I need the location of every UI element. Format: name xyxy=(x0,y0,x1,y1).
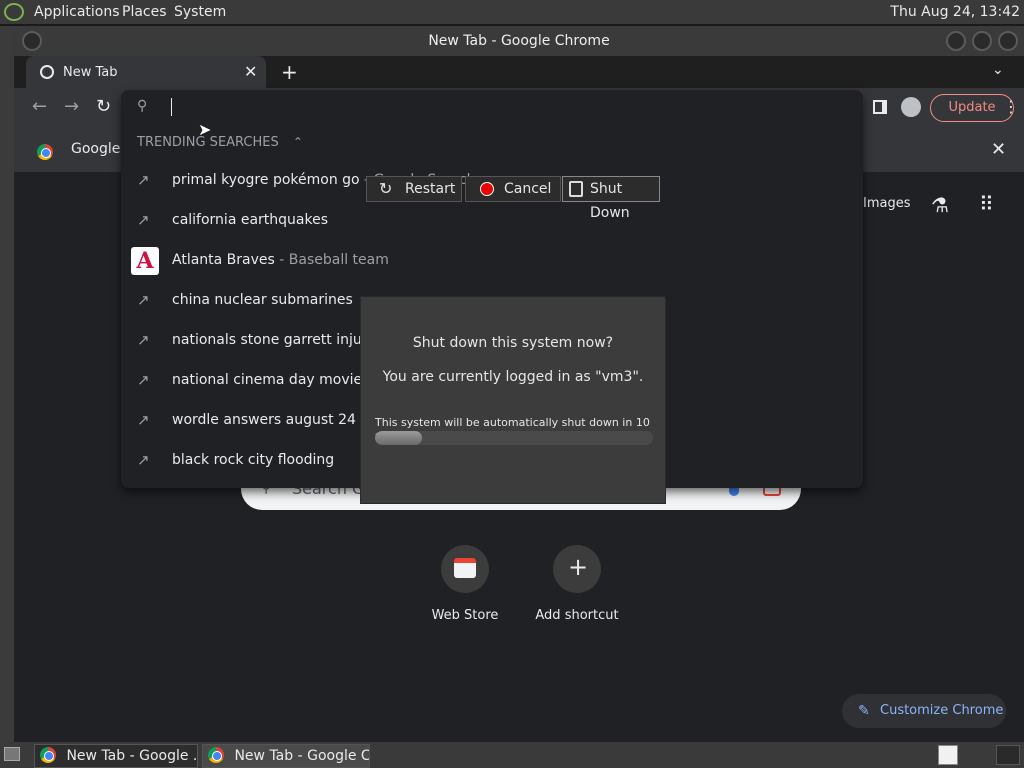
web-store-label: Web Store xyxy=(431,608,499,623)
suggestion-text: california earthquakes xyxy=(172,212,329,228)
suggestion-row[interactable]: A Atlanta Braves - Baseball team xyxy=(121,241,863,281)
taskbar-item-label: New Tab - Google ... xyxy=(66,748,198,764)
suggestion-text: black rock city flooding xyxy=(172,452,335,468)
countdown-progress-fill xyxy=(375,431,423,445)
omnibox-input[interactable]: ⚲ xyxy=(121,90,863,126)
system-menu[interactable]: System xyxy=(174,4,226,20)
clock[interactable]: Thu Aug 24, 13:42 xyxy=(890,4,1020,20)
taskbar-item-label: New Tab - Google C... xyxy=(234,748,370,764)
places-menu[interactable]: Places xyxy=(122,4,167,20)
braves-logo-icon: A xyxy=(131,247,159,275)
chrome-favicon-icon xyxy=(40,65,54,79)
tab-title: New Tab xyxy=(63,65,118,80)
pencil-icon: ✎ xyxy=(858,703,870,719)
chrome-icon xyxy=(208,747,224,763)
trending-icon: ↗ xyxy=(137,331,150,349)
web-store-icon xyxy=(454,558,476,578)
suggestion-text: china nuclear submarines xyxy=(172,292,353,308)
show-desktop-icon[interactable] xyxy=(4,747,20,761)
plus-icon: + xyxy=(568,553,589,581)
add-shortcut-button[interactable]: + xyxy=(553,545,601,593)
restart-button[interactable]: ↻ Restart xyxy=(366,176,462,202)
trending-header[interactable]: TRENDING SEARCHES ⌃ xyxy=(137,135,303,150)
mouse-pointer-icon: ➤ xyxy=(198,120,212,139)
forward-icon[interactable]: → xyxy=(64,96,79,117)
trending-icon: ↗ xyxy=(137,211,150,229)
chrome-icon xyxy=(40,747,56,763)
distro-logo-icon[interactable] xyxy=(4,3,24,21)
shutdown-label: Shut Down xyxy=(590,181,630,221)
new-tab-button[interactable]: + xyxy=(281,60,298,84)
workspace-switcher-icon[interactable] xyxy=(938,745,958,765)
labs-flask-icon[interactable]: ⚗ xyxy=(931,193,949,217)
minimize-button[interactable] xyxy=(946,31,966,51)
omnibox-search-icon: ⚲ xyxy=(137,98,148,114)
collapse-chevron-icon[interactable]: ⌃ xyxy=(293,135,303,149)
back-icon[interactable]: ← xyxy=(32,96,47,117)
countdown-progress-bar xyxy=(375,431,653,445)
tab-new-tab[interactable]: New Tab ✕ xyxy=(26,56,266,88)
chrome-menu-icon[interactable]: ⋮ xyxy=(1003,97,1019,116)
suggestion-text: nationals stone garrett injury xyxy=(172,332,376,348)
trending-icon: ↗ xyxy=(137,411,150,429)
trending-icon: ↗ xyxy=(137,371,150,389)
suggestion-text: Atlanta Braves xyxy=(172,252,275,268)
cancel-icon xyxy=(480,182,494,196)
restart-label: Restart xyxy=(405,181,456,197)
shutdown-button[interactable]: Shut Down xyxy=(562,176,660,221)
cancel-button[interactable]: Cancel xyxy=(465,176,561,202)
cancel-label: Cancel xyxy=(504,181,552,197)
restart-icon: ↻ xyxy=(379,179,393,198)
top-panel: Applications Places System Thu Aug 24, 1… xyxy=(0,0,1024,24)
window-titlebar[interactable]: New Tab - Google Chrome xyxy=(14,26,1024,56)
close-window-button[interactable] xyxy=(998,31,1018,51)
google-chrome-icon xyxy=(37,144,53,160)
shutdown-dialog: Shut down this system now? You are curre… xyxy=(360,296,666,504)
update-button[interactable]: Update xyxy=(930,94,1014,122)
side-panel-icon[interactable] xyxy=(873,100,887,114)
images-link[interactable]: Images xyxy=(863,196,911,211)
dialog-subtitle: You are currently logged in as "vm3". xyxy=(382,369,644,385)
dialog-title: Shut down this system now? xyxy=(412,335,614,351)
taskbar-item[interactable]: New Tab - Google C... xyxy=(202,744,370,768)
profile-avatar-icon[interactable] xyxy=(901,97,921,117)
trending-icon: ↗ xyxy=(137,171,150,189)
web-store-shortcut[interactable] xyxy=(441,545,489,593)
desktop-edge xyxy=(0,26,14,742)
customize-chrome-button[interactable]: ✎ Customize Chrome xyxy=(842,694,1006,728)
taskbar-item[interactable]: New Tab - Google ... xyxy=(34,744,198,768)
suggestion-desc: - Baseball team xyxy=(274,252,389,268)
suggestion-text: primal kyogre pokémon go xyxy=(172,172,360,188)
dismiss-bar-icon[interactable]: ✕ xyxy=(991,139,1006,160)
suggestion-text: wordle answers august 24 xyxy=(172,412,356,428)
text-cursor xyxy=(171,98,172,116)
customize-label: Customize Chrome xyxy=(880,703,1004,718)
window-title: New Tab - Google Chrome xyxy=(428,33,610,49)
trending-icon: ↗ xyxy=(137,291,150,309)
maximize-button[interactable] xyxy=(972,31,992,51)
apps-grid-icon[interactable]: ⠿ xyxy=(979,192,994,216)
tab-search-chevron-icon[interactable]: ⌄ xyxy=(992,62,1004,78)
trash-applet-icon[interactable] xyxy=(996,745,1020,765)
reload-icon[interactable]: ↻ xyxy=(96,96,111,117)
trending-icon: ↗ xyxy=(137,451,150,469)
tab-close-icon[interactable]: ✕ xyxy=(244,62,257,81)
window-menu-button[interactable] xyxy=(22,31,42,51)
suggestion-row[interactable]: ↗ california earthquakes xyxy=(121,201,863,241)
shutdown-icon xyxy=(569,181,583,197)
applications-menu[interactable]: Applications xyxy=(34,4,120,20)
add-shortcut-label: Add shortcut xyxy=(535,608,619,623)
